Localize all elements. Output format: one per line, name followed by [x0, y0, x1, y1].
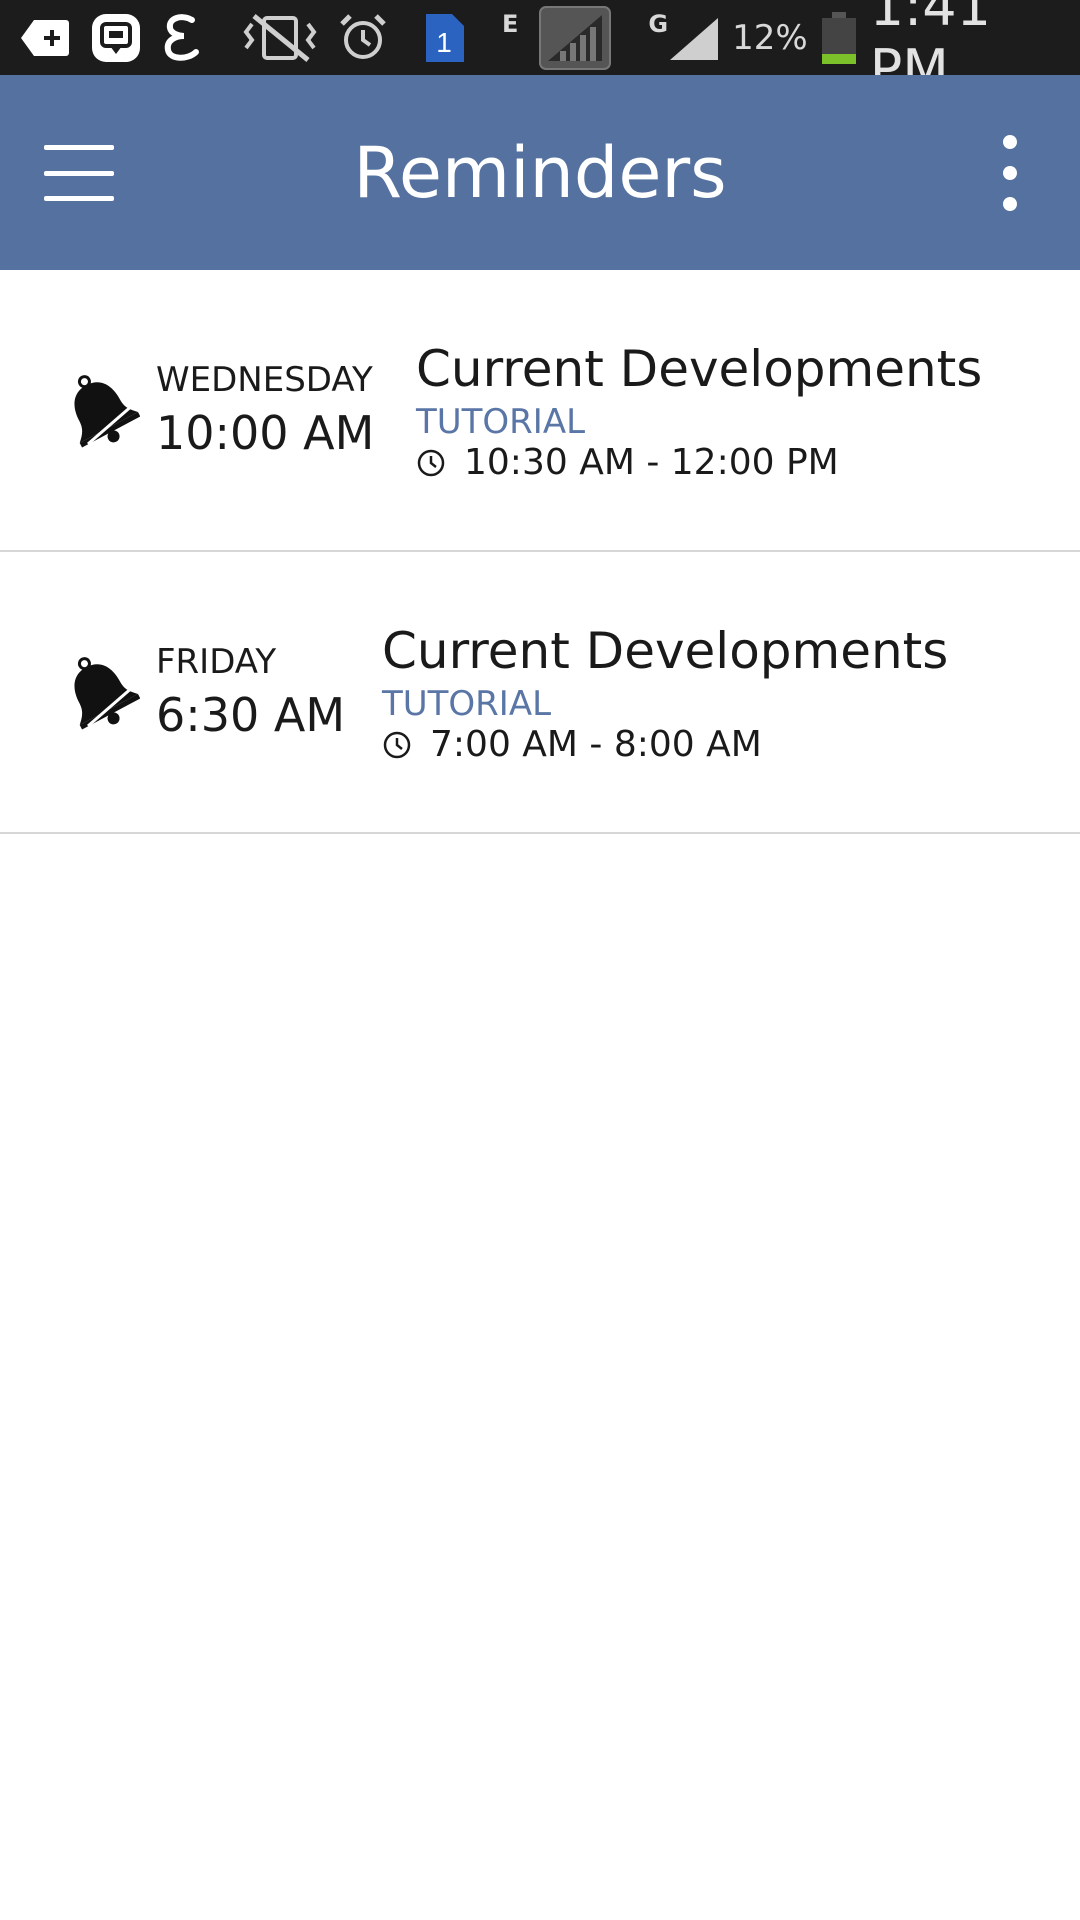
reminder-list: WEDNESDAY 10:00 AM Current Developments …	[0, 270, 1080, 834]
menu-button[interactable]	[44, 145, 114, 201]
event-time-range: 7:00 AM - 8:00 AM	[382, 724, 762, 765]
clock-icon	[416, 448, 446, 478]
status-bar: 1 E G 12% 1:41 PM	[0, 0, 1080, 101]
event-type: TUTORIAL	[416, 402, 586, 442]
bell-icon	[58, 650, 141, 732]
reminder-time: 10:00 AM	[156, 406, 375, 460]
chat-icon	[90, 10, 142, 66]
clock-icon	[382, 730, 412, 760]
app-bar: Reminders	[0, 75, 1080, 270]
signal-icon	[538, 5, 612, 70]
event-time-range: 10:30 AM - 12:00 PM	[416, 442, 839, 483]
overflow-dot	[1003, 135, 1017, 149]
reminder-item[interactable]: FRIDAY 6:30 AM Current Developments TUTO…	[0, 552, 1080, 834]
event-type: TUTORIAL	[382, 684, 552, 724]
alarm-icon	[338, 10, 388, 66]
event-title: Current Developments	[382, 622, 949, 680]
hamburger-icon-bar	[44, 196, 114, 201]
overflow-dot	[1003, 166, 1017, 180]
event-time-range-text: 7:00 AM - 8:00 AM	[430, 724, 762, 765]
hamburger-icon-bar	[44, 170, 114, 176]
battery-icon	[820, 10, 858, 66]
add-box-icon	[20, 10, 70, 66]
network-type-g: G	[648, 10, 669, 38]
reminder-day: FRIDAY	[156, 642, 277, 682]
event-title: Current Developments	[416, 340, 983, 398]
bell-icon	[58, 368, 141, 450]
vibrate-off-icon	[242, 10, 318, 66]
page-title: Reminders	[353, 131, 727, 214]
hamburger-icon-bar	[44, 145, 114, 150]
overflow-dot	[1003, 197, 1017, 211]
reminder-time: 6:30 AM	[156, 688, 346, 742]
sim-1-icon: 1	[422, 10, 466, 66]
overflow-menu-button[interactable]	[990, 135, 1030, 211]
cell-signal-icon	[668, 10, 720, 66]
e-app-icon	[162, 10, 202, 66]
svg-text:1: 1	[436, 27, 452, 58]
battery-percent: 12%	[732, 17, 808, 58]
reminder-day: WEDNESDAY	[156, 360, 373, 400]
event-time-range-text: 10:30 AM - 12:00 PM	[464, 442, 839, 483]
network-type-e: E	[502, 10, 519, 38]
reminder-item[interactable]: WEDNESDAY 10:00 AM Current Developments …	[0, 270, 1080, 552]
